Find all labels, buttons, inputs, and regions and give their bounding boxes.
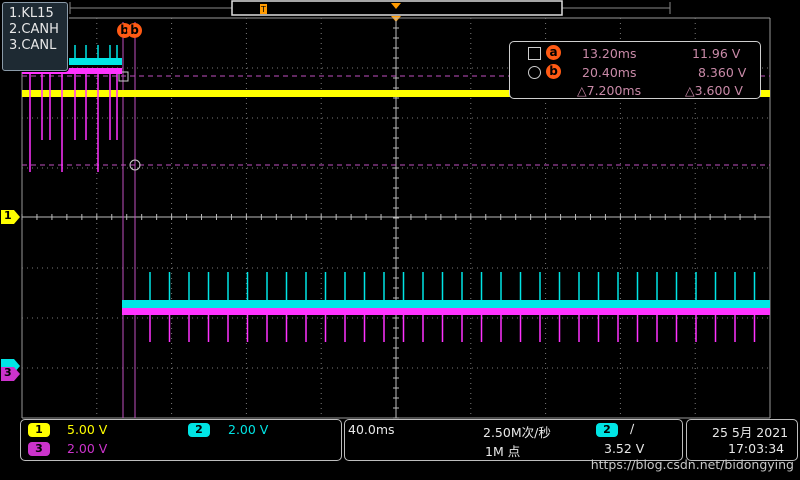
sample-rate: 2.50M次/秒 <box>483 425 551 440</box>
memory-position-bar[interactable]: T <box>69 0 671 16</box>
cursor-b-readout-badge: b <box>546 64 561 79</box>
ch2-scale: 2.00 V <box>228 422 269 437</box>
legend-item: 3.CANL <box>9 38 57 53</box>
watermark: https://blog.csdn.net/bidongying <box>590 457 794 472</box>
time: 17:03:34 <box>728 441 785 456</box>
cursor-delta-volt: △3.600 V <box>685 83 743 98</box>
ch1-scale: 5.00 V <box>67 422 108 437</box>
ch1-marker-label: 1 <box>4 209 12 222</box>
record-length: 1M 点 <box>485 444 521 459</box>
trigger-level: 3.52 V <box>604 441 645 456</box>
ch2-badge[interactable]: 2 <box>188 423 210 437</box>
cursor-a-badge: a <box>546 45 561 60</box>
ch3-trace-post <box>122 308 770 315</box>
legend-item: 1.KL15 <box>9 6 54 21</box>
ch1-badge[interactable]: 1 <box>28 423 50 437</box>
timebase-scale: 40.0ms <box>348 422 395 437</box>
channel-markers <box>1 210 20 381</box>
trigger-slope-icon: ∕ <box>630 421 635 436</box>
cursor-delta-time: △7.200ms <box>577 83 642 98</box>
ch3-marker-label: 3 <box>4 366 12 379</box>
channel-scale-panel[interactable]: 1 5.00 V 2 2.00 V 3 2.00 V <box>20 419 342 461</box>
cursor-b-time: 20.40ms <box>582 65 637 80</box>
cursor-a-square-icon <box>528 47 541 60</box>
cursor-readout[interactable]: a 13.20ms 11.96 V b 20.40ms 8.360 V △7.2… <box>509 41 761 99</box>
legend-item: 2.CANH <box>9 22 59 37</box>
ch3-scale: 2.00 V <box>67 441 108 456</box>
ch2-trace-post <box>122 300 770 308</box>
timebase-trigger-panel[interactable]: 40.0ms 2.50M次/秒 1M 点 2 ∕ 3.52 V <box>344 419 683 461</box>
cursor-a-volt: 11.96 V <box>692 46 741 61</box>
trigger-source-badge[interactable]: 2 <box>596 423 618 437</box>
ch3-badge[interactable]: 3 <box>28 442 50 456</box>
date: 25 5月 2021 <box>712 425 789 440</box>
cursor-a-time: 13.20ms <box>582 46 637 61</box>
datetime-panel: 25 5月 2021 17:03:34 <box>686 419 798 461</box>
cursor-b-circle-icon <box>528 66 541 79</box>
cursor-b-badge-2[interactable]: b <box>127 23 142 38</box>
trigger-marker-text: T <box>260 5 266 14</box>
cursor-b-volt: 8.360 V <box>698 65 747 80</box>
channel-legend: 1.KL15 2.CANH 3.CANL <box>2 2 68 71</box>
